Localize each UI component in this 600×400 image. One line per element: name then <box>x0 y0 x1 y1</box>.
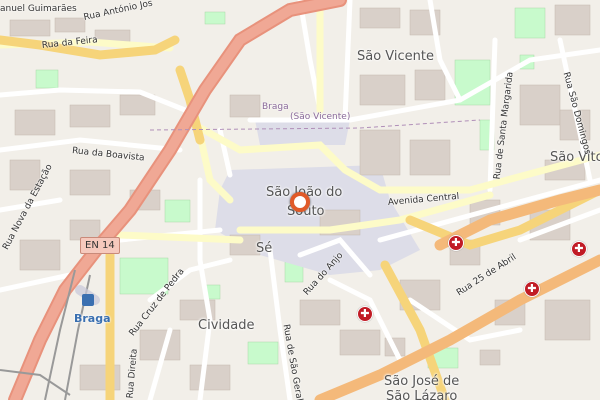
street-label-manuel-guimaraes: anuel Guimarães <box>0 4 77 14</box>
street-label-braga-2: (São Vicente) <box>290 112 351 122</box>
location-marker-icon[interactable] <box>290 192 310 212</box>
district-label-sao-jose-2: São Lázaro <box>386 389 458 400</box>
street-label-braga-1: Braga <box>262 102 289 112</box>
hospital-icon[interactable]: ✚ <box>524 281 540 297</box>
hospital-icon[interactable]: ✚ <box>357 306 373 322</box>
district-label-se: Sé <box>256 241 273 256</box>
station-label-braga: Braga <box>74 312 111 325</box>
district-label-sao-vicente: São Vicente <box>357 49 435 64</box>
road-shield-en14: EN 14 <box>80 237 120 254</box>
hospital-icon[interactable]: ✚ <box>448 235 464 251</box>
map-canvas[interactable]: São Vicente São Vito São João do Souto S… <box>0 0 600 400</box>
hospital-icon[interactable]: ✚ <box>571 241 587 257</box>
district-label-cividade: Cividade <box>198 318 255 333</box>
train-station-icon[interactable] <box>82 294 94 306</box>
district-label-sao-jose-1: São José de <box>384 374 460 389</box>
